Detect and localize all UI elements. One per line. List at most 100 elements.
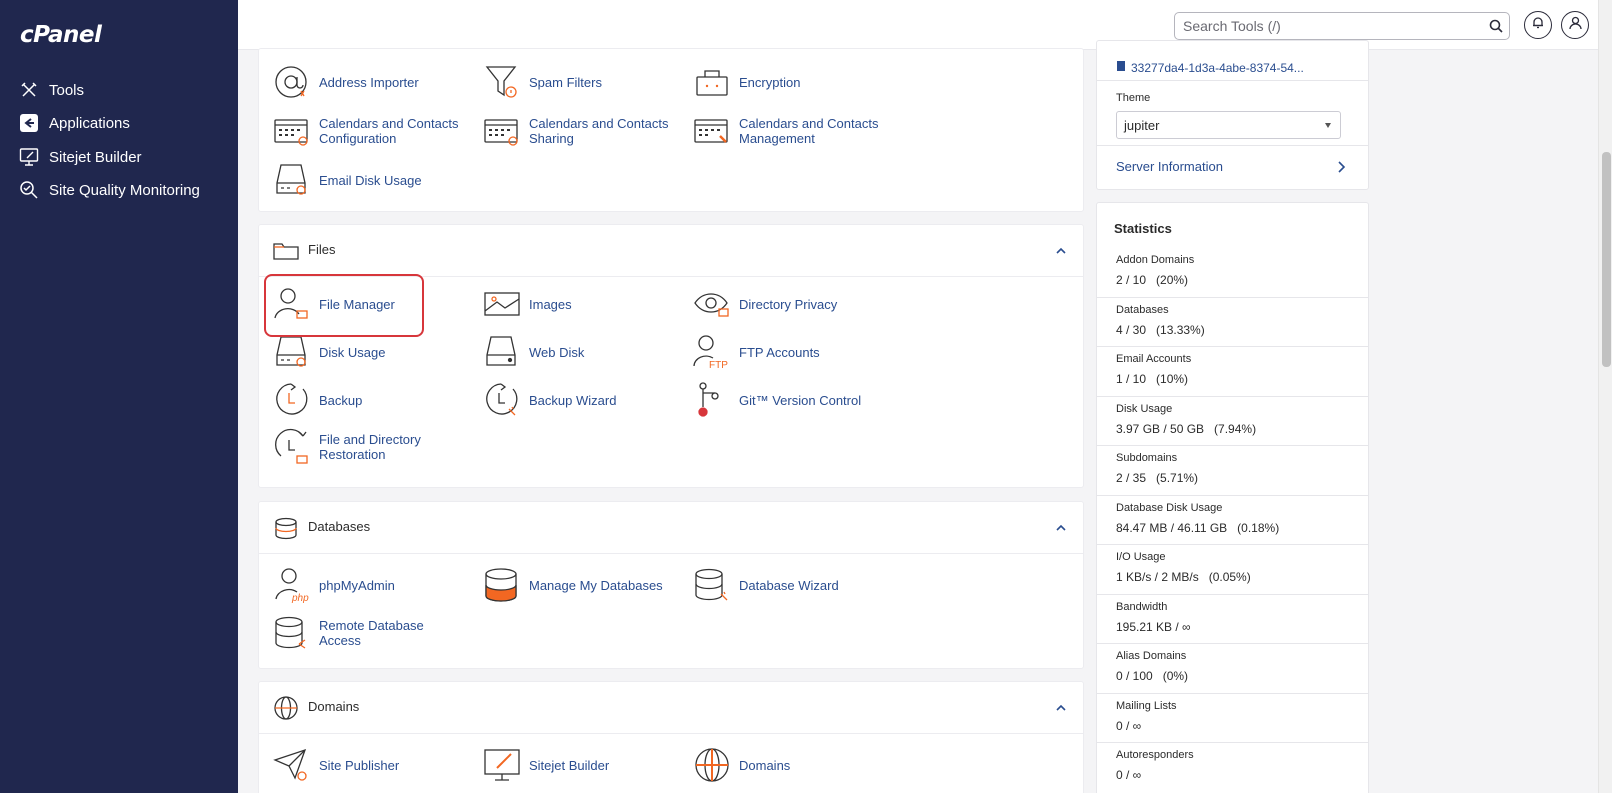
images-link[interactable]: Images [483, 284, 669, 324]
sidebar-item-sitejet-builder[interactable]: Sitejet Builder [18, 144, 142, 170]
sidebar-item-applications[interactable]: Applications [18, 110, 130, 136]
site-publisher-link[interactable]: Site Publisher [273, 745, 459, 785]
uuid-row: 33277da4-1d3a-4abe-8374-54... [1116, 59, 1304, 77]
stat-value: 0 / ∞ [1116, 718, 1142, 733]
stat-value: 1 / 10 (10%) [1116, 372, 1189, 386]
applications-icon [18, 112, 40, 134]
statistics-panel: Statistics Addon Domains 2 / 10 (20%) Data… [1096, 202, 1369, 793]
stat-divider [1097, 445, 1368, 446]
directory-privacy-icon [693, 285, 731, 323]
stat-label: Addon Domains [1116, 254, 1195, 266]
database-icon [273, 515, 299, 541]
sidebar-item-site-quality-monitoring[interactable]: Site Quality Monitoring [18, 177, 200, 203]
site-publisher-icon [273, 746, 311, 784]
account-info-panel: 33277da4-1d3a-4abe-8374-54... Theme jupi… [1096, 40, 1369, 190]
uuid-text[interactable]: 33277da4-1d3a-4abe-8374-54... [1131, 61, 1304, 75]
chevron-up-icon[interactable] [1053, 700, 1069, 716]
cpanel-logo[interactable]: cPanel [20, 22, 102, 48]
stat-value: 4 / 30 (13.33%) [1116, 322, 1205, 337]
spam-filters-link[interactable]: Spam Filters [483, 62, 669, 102]
address-importer-link[interactable]: Address Importer [273, 62, 459, 102]
stat-divider [1097, 296, 1368, 298]
sitejet-builder-link[interactable]: Sitejet Builder [483, 745, 669, 785]
search-box [1174, 12, 1510, 40]
web-disk-link[interactable]: Web Disk [483, 332, 669, 372]
databases-section-header[interactable]: Databases [259, 502, 1083, 554]
svg-text:php: php [291, 593, 309, 604]
stat-label: Autoresponders [1116, 749, 1194, 761]
scrollbar-thumb[interactable] [1602, 152, 1611, 367]
tools-icon [18, 79, 40, 101]
ftp-accounts-icon: FTP [693, 333, 731, 371]
stat-label: Subdomains [1116, 452, 1178, 464]
folder-icon [273, 238, 299, 264]
user-menu-button[interactable] [1561, 11, 1589, 39]
stat-divider [1097, 346, 1368, 347]
remote-database-access-link[interactable]: Remote Database Access [273, 613, 459, 653]
page-scrollbar[interactable] [1598, 0, 1612, 793]
remote-database-icon [273, 614, 311, 652]
chevron-up-icon[interactable] [1053, 520, 1069, 536]
email-disk-usage-link[interactable]: Email Disk Usage [273, 160, 459, 200]
chevron-right-icon[interactable] [1336, 160, 1346, 179]
stat-label: Alias Domains [1116, 650, 1187, 662]
chevron-up-icon[interactable] [1053, 243, 1069, 259]
user-icon [1568, 16, 1582, 35]
backup-icon [273, 381, 311, 419]
email-disk-usage-icon [273, 161, 311, 199]
svg-text:FTP: FTP [709, 360, 728, 371]
databases-section-card: Databases php phpMyAdmin Manage My Datab… [258, 501, 1084, 669]
disk-usage-link[interactable]: Disk Usage [273, 332, 459, 372]
sitejet-icon [18, 146, 40, 168]
server-information-link[interactable]: Server Information [1116, 159, 1223, 174]
manage-my-databases-link[interactable]: Manage My Databases [483, 565, 669, 605]
ftp-accounts-link[interactable]: FTP FTP Accounts [693, 332, 879, 372]
statistics-title: Statistics [1114, 221, 1172, 236]
calendars-contacts-configuration-link[interactable]: Calendars and Contacts Configuration [273, 111, 459, 151]
stat-divider [1097, 544, 1368, 545]
databases-section-title: Databases [308, 519, 371, 534]
calendars-contacts-management-link[interactable]: Calendars and Contacts Management [693, 111, 879, 151]
stat-value: 2 / 10 (20%) [1116, 273, 1189, 287]
notifications-button[interactable] [1524, 11, 1552, 39]
search-input[interactable] [1175, 14, 1483, 38]
spam-filters-icon [483, 63, 521, 101]
database-wizard-icon [693, 566, 731, 604]
sidebar: cPanel Tools Applications Sitejet Builde… [0, 0, 238, 793]
top-header [238, 0, 1598, 50]
manage-databases-icon [483, 566, 521, 604]
git-version-control-link[interactable]: Git™ Version Control [693, 380, 879, 420]
stat-value: 2 / 35 (5.71%) [1116, 471, 1199, 485]
theme-select[interactable]: jupiter [1116, 111, 1341, 139]
files-section-card: Files File Manager Images Directory Priv… [258, 224, 1084, 488]
database-wizard-link[interactable]: Database Wizard [693, 565, 879, 605]
stat-divider [1097, 494, 1368, 496]
backup-link[interactable]: Backup [273, 380, 459, 420]
stat-label: Mailing Lists [1116, 699, 1177, 712]
phpmyadmin-icon: php [273, 566, 311, 604]
git-icon [693, 381, 731, 419]
backup-wizard-link[interactable]: Backup Wizard [483, 380, 669, 420]
theme-label: Theme [1116, 92, 1151, 104]
stat-divider [1097, 593, 1368, 595]
encryption-link[interactable]: Encryption [693, 62, 879, 102]
domains-link[interactable]: Domains [693, 745, 879, 785]
directory-privacy-link[interactable]: Directory Privacy [693, 284, 879, 324]
email-section-card: Address Importer Spam Filters Encryption… [258, 48, 1084, 212]
address-importer-icon [273, 63, 311, 101]
sidebar-item-label: Tools [49, 81, 85, 99]
search-icon[interactable] [1483, 13, 1509, 39]
calendar-sharing-icon [483, 112, 521, 150]
encryption-icon [693, 63, 731, 101]
calendars-contacts-sharing-link[interactable]: Calendars and Contacts Sharing [483, 111, 669, 151]
domains-section-header[interactable]: Domains [259, 682, 1083, 734]
files-section-header[interactable]: Files [259, 225, 1083, 277]
sidebar-item-tools[interactable]: Tools [18, 77, 84, 103]
file-directory-restoration-link[interactable]: File and Directory Restoration [273, 427, 459, 467]
sidebar-item-label: Applications [49, 114, 130, 132]
phpmyadmin-link[interactable]: php phpMyAdmin [273, 565, 459, 605]
stat-value: 195.21 KB / ∞ [1116, 619, 1191, 634]
images-icon [483, 285, 521, 323]
stat-value: 0 / 100 (0%) [1116, 669, 1189, 683]
document-icon [1116, 59, 1126, 77]
